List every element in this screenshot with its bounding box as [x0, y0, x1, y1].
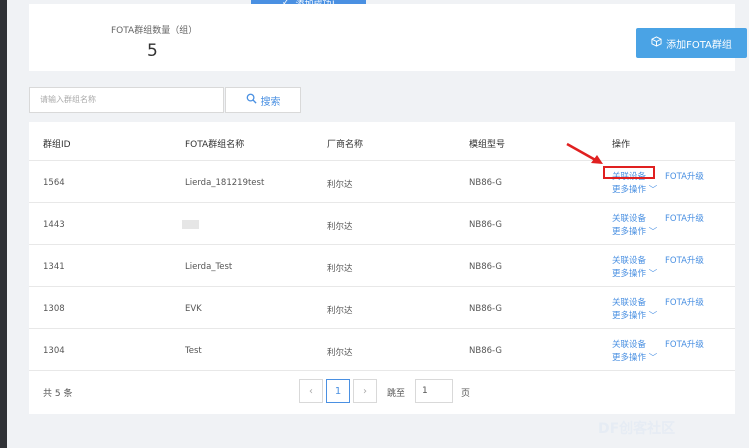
cell-group-name: Lierda_181219test	[185, 178, 265, 188]
add-fota-group-label: 添加FOTA群组	[666, 39, 732, 51]
left-sidebar-strip	[0, 0, 7, 448]
cube-icon	[651, 36, 662, 50]
link-devices-link[interactable]: 关联设备	[612, 338, 646, 350]
group-count-value: 5	[147, 41, 158, 61]
cell-vendor: 利尔达	[327, 264, 353, 274]
jump-page-input[interactable]: 1	[415, 379, 453, 403]
cell-group-id: 1443	[43, 220, 65, 230]
table-row: 1443 利尔达 NB86-G 关联设备 FOTA升级 更多操作 ﹀	[29, 203, 735, 245]
page-suffix-label: 页	[461, 389, 471, 399]
cell-group-id: 1341	[43, 262, 65, 272]
cell-module-model: NB86-G	[469, 304, 502, 314]
cell-vendor: 利尔达	[327, 306, 353, 316]
chevron-left-icon: ‹	[309, 385, 313, 397]
search-button-label: 搜索	[260, 96, 281, 108]
link-devices-link[interactable]: 关联设备	[612, 212, 646, 224]
search-icon	[246, 93, 257, 107]
link-devices-link[interactable]: 关联设备	[612, 254, 646, 266]
group-count-label: FOTA群组数量（组）	[111, 26, 198, 36]
cell-module-model: NB86-G	[469, 220, 502, 230]
chevron-down-icon: ﹀	[648, 269, 658, 279]
page-number-button[interactable]: 1	[326, 379, 350, 403]
next-page-button[interactable]: ›	[353, 379, 377, 403]
cell-vendor: 利尔达	[327, 348, 353, 358]
more-actions-dropdown[interactable]: 更多操作 ﹀	[612, 309, 657, 321]
cell-group-name: Test	[185, 346, 202, 356]
table-row: 1341 Lierda_Test 利尔达 NB86-G 关联设备 FOTA升级 …	[29, 245, 735, 287]
red-arrow-annotation	[566, 142, 603, 164]
cell-group-id: 1308	[43, 304, 65, 314]
header-group-name: FOTA群组名称	[185, 140, 245, 150]
link-devices-link[interactable]: 关联设备	[612, 296, 646, 308]
fota-upgrade-link[interactable]: FOTA升级	[665, 296, 704, 308]
watermark-logo: DF创客社区	[598, 421, 676, 437]
cell-module-model: NB86-G	[469, 346, 502, 356]
cell-module-model: NB86-G	[469, 262, 502, 272]
chevron-down-icon: ﹀	[648, 311, 658, 321]
redacted-group-name	[182, 220, 199, 229]
fota-upgrade-link[interactable]: FOTA升级	[665, 254, 704, 266]
search-button[interactable]: 搜索	[225, 87, 301, 113]
prev-page-button[interactable]: ‹	[299, 379, 323, 403]
fota-upgrade-link[interactable]: FOTA升级	[665, 170, 704, 182]
chevron-down-icon: ﹀	[648, 227, 658, 237]
cell-group-name: Lierda_Test	[185, 262, 233, 272]
jump-to-label: 跳至	[387, 389, 406, 399]
chevron-down-icon: ﹀	[648, 353, 658, 363]
chevron-down-icon: ﹀	[648, 185, 658, 195]
chevron-right-icon: ›	[363, 385, 367, 397]
red-highlight-box	[603, 166, 655, 179]
more-actions-dropdown[interactable]: 更多操作 ﹀	[612, 267, 657, 279]
cell-group-id: 1304	[43, 346, 65, 356]
stats-card: FOTA群组数量（组） 5 添加FOTA群组	[29, 4, 747, 71]
more-actions-dropdown[interactable]: 更多操作 ﹀	[612, 351, 657, 363]
header-group-id: 群组ID	[43, 140, 71, 150]
group-name-search-input[interactable]: 请输入群组名称	[29, 87, 224, 113]
add-fota-group-button[interactable]: 添加FOTA群组	[636, 28, 747, 58]
header-vendor: 厂商名称	[327, 140, 364, 150]
fota-group-table: 群组ID FOTA群组名称 厂商名称 模组型号 操作 1564 Lierda_1…	[29, 122, 735, 414]
table-row: 1304 Test 利尔达 NB86-G 关联设备 FOTA升级 更多操作 ﹀	[29, 329, 735, 371]
fota-upgrade-link[interactable]: FOTA升级	[665, 212, 704, 224]
more-actions-dropdown[interactable]: 更多操作 ﹀	[612, 225, 657, 237]
table-header: 群组ID FOTA群组名称 厂商名称 模组型号 操作	[29, 122, 735, 161]
cell-group-id: 1564	[43, 178, 65, 188]
header-module-model: 模组型号	[469, 140, 506, 150]
header-actions: 操作	[612, 140, 631, 150]
cell-vendor: 利尔达	[327, 180, 353, 190]
table-row: 1564 Lierda_181219test 利尔达 NB86-G 关联设备 F…	[29, 161, 735, 203]
total-count: 共 5 条	[43, 389, 73, 399]
fota-upgrade-link[interactable]: FOTA升级	[665, 338, 704, 350]
table-row: 1308 EVK 利尔达 NB86-G 关联设备 FOTA升级 更多操作 ﹀	[29, 287, 735, 329]
more-actions-dropdown[interactable]: 更多操作 ﹀	[612, 183, 657, 195]
cell-group-name: EVK	[185, 304, 202, 314]
cell-vendor: 利尔达	[327, 222, 353, 232]
cell-module-model: NB86-G	[469, 178, 502, 188]
